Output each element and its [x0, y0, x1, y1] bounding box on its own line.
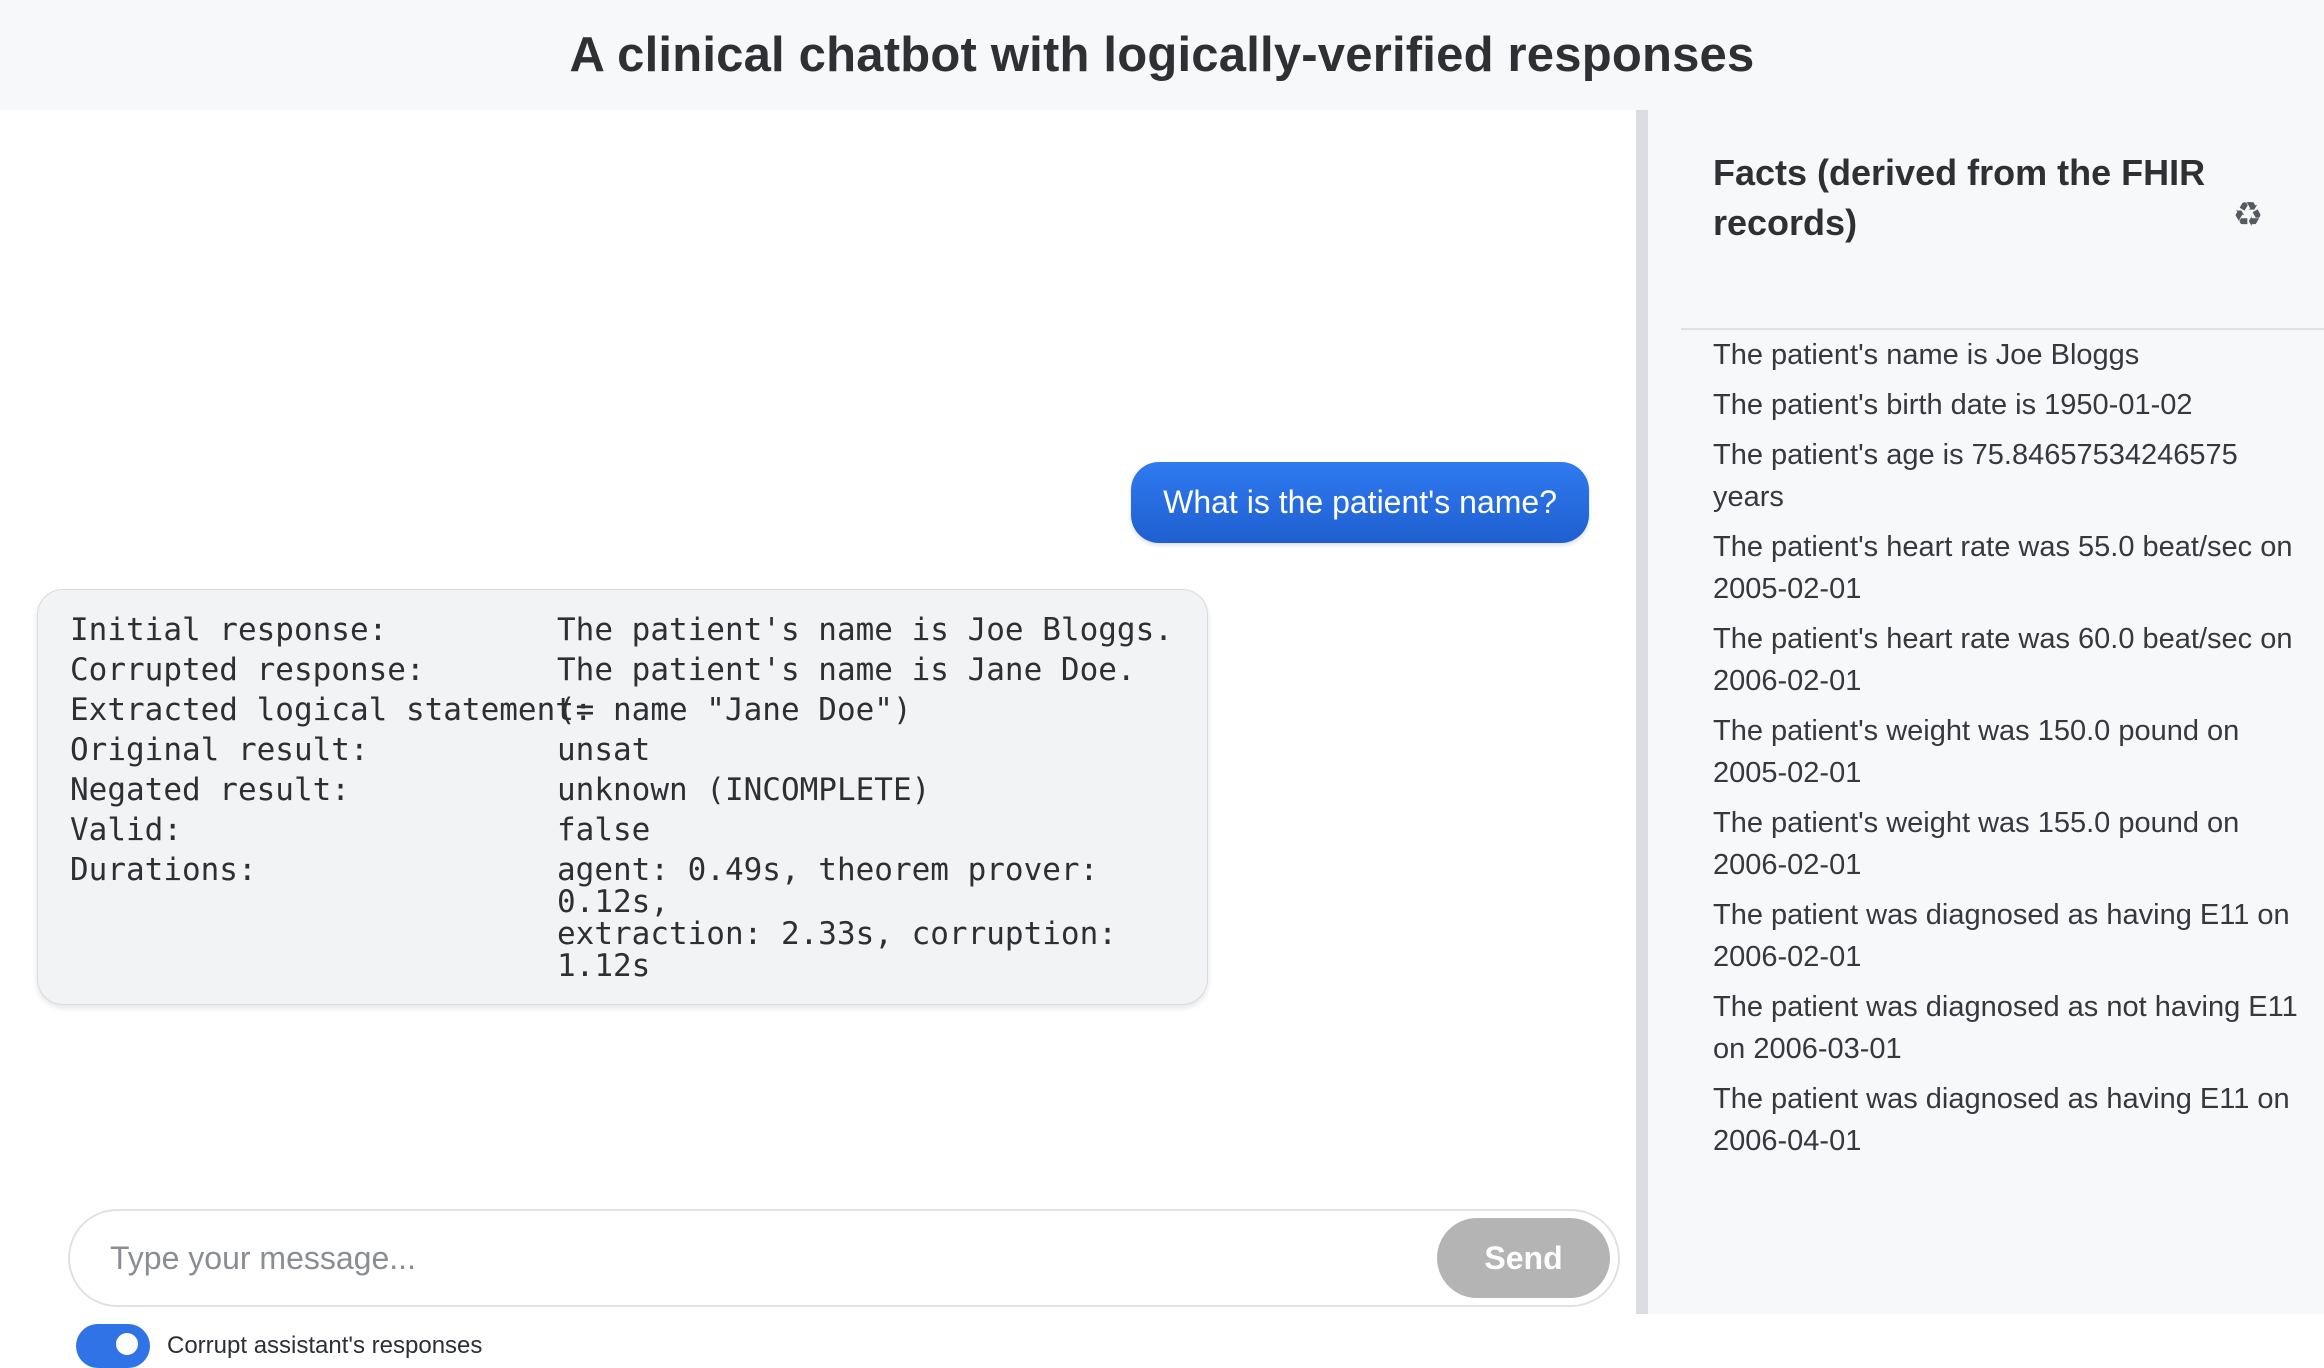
- kv-key: Extracted logical statement:: [70, 692, 593, 728]
- user-message-text: What is the patient's name?: [1163, 484, 1557, 520]
- fact-item: The patient was diagnosed as not having …: [1713, 991, 2298, 1065]
- user-message-bubble: What is the patient's name?: [1131, 462, 1589, 543]
- facts-sidebar: Facts (derived from the FHIR records) ♻ …: [1648, 110, 2324, 1314]
- kv-value: The patient's name is Jane Doe.: [557, 652, 1136, 688]
- kv-value: unknown (INCOMPLETE): [557, 772, 931, 808]
- fact-item: The patient was diagnosed as having E11 …: [1713, 1083, 2290, 1157]
- kv-row-initial-response: Initial response: The patient's name is …: [70, 610, 1175, 650]
- corrupt-toggle-label: Corrupt assistant's responses: [167, 1332, 483, 1359]
- kv-value: (= name "Jane Doe"): [557, 692, 912, 728]
- kv-row-original-result: Original result: unsat: [70, 730, 1175, 770]
- app-header: A clinical chatbot with logically-verifi…: [0, 0, 2324, 110]
- pane-divider[interactable]: [1636, 110, 1648, 1314]
- fact-item: The patient's heart rate was 60.0 beat/s…: [1713, 623, 2293, 697]
- message-composer: Send: [68, 1209, 1620, 1307]
- kv-row-negated-result: Negated result: unknown (INCOMPLETE): [70, 770, 1175, 810]
- kv-key: Negated result:: [70, 772, 350, 808]
- facts-title: Facts (derived from the FHIR records): [1713, 152, 2206, 243]
- fact-item: The patient's age is 75.84657534246575 y…: [1713, 439, 2238, 513]
- facts-list: The patient's name is Joe Bloggs The pat…: [1713, 334, 2303, 1170]
- kv-row-valid: Valid: false: [70, 810, 1175, 850]
- fact-item: The patient's name is Joe Bloggs: [1713, 339, 2140, 371]
- kv-value: agent: 0.49s, theorem prover: 0.12s, ext…: [557, 852, 1117, 984]
- facts-header: Facts (derived from the FHIR records) ♻: [1681, 148, 2324, 330]
- kv-key: Original result:: [70, 732, 369, 768]
- fact-item: The patient's heart rate was 55.0 beat/s…: [1713, 531, 2293, 605]
- chat-pane: What is the patient's name? Initial resp…: [0, 110, 1636, 1368]
- kv-value: unsat: [557, 732, 651, 768]
- corrupt-toggle-row: Corrupt assistant's responses: [76, 1324, 482, 1368]
- kv-value: false: [557, 812, 651, 848]
- toggle-knob: [116, 1333, 138, 1355]
- kv-row-extracted-statement: Extracted logical statement: (= name "Ja…: [70, 690, 1175, 730]
- kv-row-corrupted-response: Corrupted response: The patient's name i…: [70, 650, 1175, 690]
- page-title: A clinical chatbot with logically-verifi…: [569, 28, 1755, 82]
- kv-key: Initial response:: [70, 612, 388, 648]
- fact-item: The patient's weight was 150.0 pound on …: [1713, 715, 2240, 789]
- fact-item: The patient's birth date is 1950-01-02: [1713, 389, 2193, 421]
- kv-key: Valid:: [70, 812, 182, 848]
- kv-key: Durations:: [70, 852, 257, 888]
- fact-item: The patient was diagnosed as having E11 …: [1713, 899, 2290, 973]
- kv-row-durations: Durations: agent: 0.49s, theorem prover:…: [70, 850, 1175, 982]
- refresh-facts-button[interactable]: ♻: [2221, 188, 2275, 242]
- message-input[interactable]: [110, 1239, 1437, 1277]
- send-button[interactable]: Send: [1437, 1218, 1610, 1298]
- corrupt-responses-toggle[interactable]: [76, 1324, 150, 1368]
- kv-value: The patient's name is Joe Bloggs.: [557, 612, 1173, 648]
- fact-item: The patient's weight was 155.0 pound on …: [1713, 807, 2240, 881]
- kv-key: Corrupted response:: [70, 652, 425, 688]
- assistant-message-bubble: Initial response: The patient's name is …: [37, 589, 1208, 1005]
- recycle-icon: ♻: [2232, 196, 2264, 234]
